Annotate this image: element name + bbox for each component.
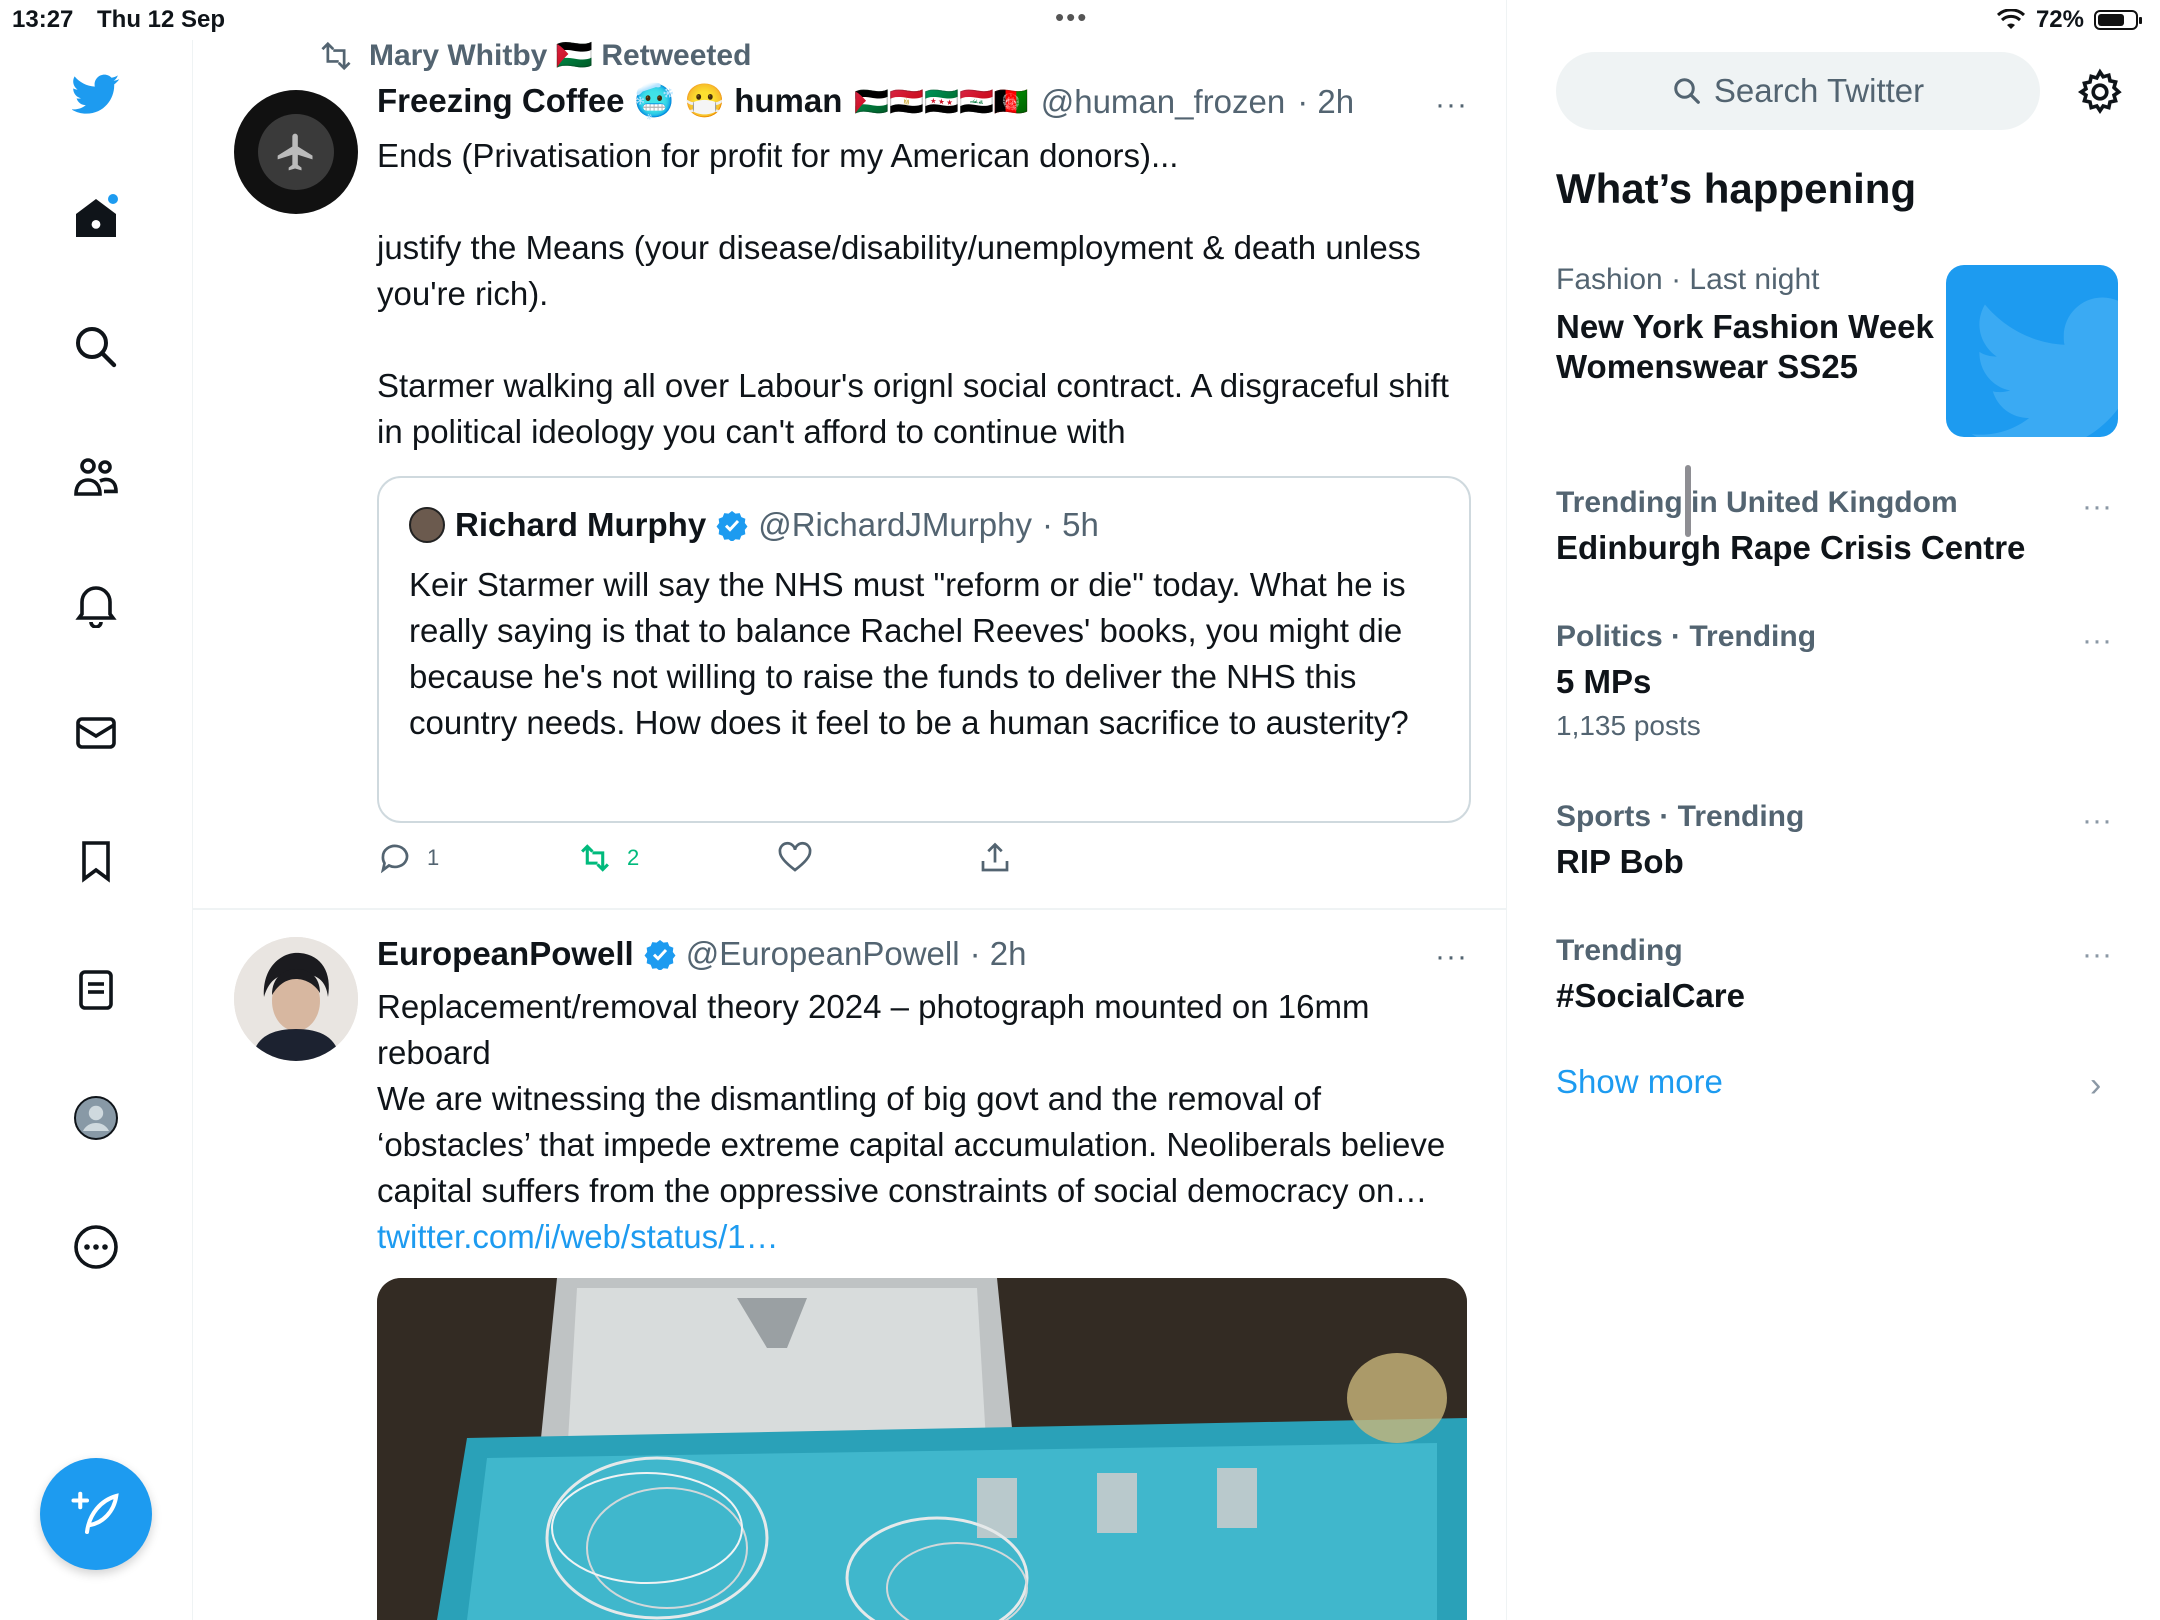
quoted-author-name: Richard Murphy [455, 506, 707, 543]
retweet-count: 2 [627, 845, 640, 870]
retweet-context: Mary Whitby 🇵🇸 Retweeted [317, 38, 751, 73]
flag-emojis: 🇵🇸🇪🇬🇸🇾🇮🇶🇦🇫 [854, 86, 1029, 117]
author-name[interactable]: EuropeanPowell [377, 935, 634, 973]
tweet-more-button[interactable]: ··· [1435, 88, 1468, 122]
trend-more-button[interactable]: ··· [2082, 490, 2112, 524]
quoted-tweet-text: Keir Starmer will say the NHS must "refo… [409, 566, 1415, 741]
trend-meta: Politics · Trending [1556, 620, 1817, 653]
status-time: 13:27 [12, 6, 74, 33]
tweet-header: EuropeanPowell @EuropeanPowell · 2h [377, 935, 1026, 973]
share-button[interactable] [977, 840, 1177, 876]
quoted-tweet-time: · 5h [1041, 506, 1099, 543]
trend-more-button[interactable]: ··· [2082, 624, 2112, 658]
trend-meta: Trending [1556, 934, 1683, 967]
home-notification-dot [108, 194, 118, 204]
quoted-tweet-header: Richard Murphy @RichardJMurphy · 5h [409, 506, 1099, 544]
twitter-logo-icon[interactable] [70, 68, 122, 120]
compose-icon [71, 1491, 119, 1535]
retweet-icon [581, 844, 609, 872]
trend-thumbnail [1946, 265, 2118, 437]
tweet-text: Replacement/removal theory 2024 – photog… [377, 984, 1482, 1260]
wifi-icon [1996, 9, 2025, 29]
tweet-header: Freezing Coffee 🥶 😷 human 🇵🇸🇪🇬🇸🇾🇮🇶🇦🇫 @hu… [377, 82, 1354, 121]
retweeted-by-label[interactable]: Mary Whitby 🇵🇸 Retweeted [369, 38, 751, 73]
trend-more-button[interactable]: ··· [2082, 938, 2112, 972]
more-icon[interactable] [70, 1221, 122, 1273]
airplane-icon [258, 114, 334, 190]
author-handle[interactable]: @human_frozen [1041, 83, 1285, 121]
author-handle[interactable]: @EuropeanPowell [686, 935, 960, 973]
reply-icon [380, 844, 409, 874]
trend-item[interactable]: Politics · Trending 5 MPs 1,135 posts [1556, 620, 2076, 742]
compose-button[interactable] [40, 1458, 152, 1570]
heart-icon [778, 841, 812, 872]
tweet-divider [193, 908, 1506, 910]
lists-icon[interactable] [70, 964, 122, 1016]
avatar[interactable] [234, 937, 358, 1061]
quoted-tweet[interactable]: Richard Murphy @RichardJMurphy · 5h Keir… [377, 476, 1471, 823]
trend-title: Edinburgh Rape Crisis Centre [1556, 529, 2026, 566]
search-icon[interactable] [70, 321, 122, 373]
avatar[interactable] [234, 90, 358, 214]
reply-button[interactable]: 1 [377, 840, 577, 876]
trend-item[interactable]: Trending #SocialCare [1556, 934, 2076, 1016]
battery-percent: 72% [2035, 6, 2084, 33]
chevron-right-icon[interactable]: › [2090, 1066, 2101, 1105]
like-button[interactable] [777, 840, 977, 876]
home-icon[interactable] [70, 192, 122, 244]
verified-badge-icon [644, 940, 676, 970]
search-placeholder: Search Twitter [1713, 72, 1925, 109]
section-title: What’s happening [1556, 165, 1917, 212]
verified-badge-icon [716, 511, 748, 541]
quoted-author-handle: @RichardJMurphy [758, 506, 1032, 543]
battery-icon [2094, 10, 2142, 30]
reply-count: 1 [427, 845, 440, 870]
trend-title: New York Fashion Week Womenswear SS25 [1556, 308, 1934, 385]
quoted-avatar [409, 507, 445, 543]
tweet-text: Ends (Privatisation for profit for my Am… [377, 137, 1449, 450]
tweet-actions: 1 2 [377, 840, 1237, 876]
twitter-bird-icon [1971, 297, 2118, 437]
status-indicators: 72% [1996, 6, 2142, 34]
retweet-context-icon [321, 41, 351, 70]
share-icon [981, 842, 1009, 872]
profile-icon[interactable] [70, 1092, 122, 1144]
trend-title: 5 MPs [1556, 663, 1652, 700]
photograph-image [377, 1278, 1467, 1620]
retweet-button[interactable]: 2 [577, 840, 777, 876]
search-input[interactable]: Search Twitter [1556, 52, 2040, 130]
trend-item[interactable]: Trending in United Kingdom Edinburgh Rap… [1556, 486, 2076, 568]
nav-rail [0, 40, 193, 1620]
tweet-body: Replacement/removal theory 2024 – photog… [377, 988, 1446, 1209]
person-portrait-icon [234, 937, 358, 1061]
trend-posts: 1,135 posts [1556, 710, 1701, 741]
communities-icon[interactable] [70, 450, 122, 502]
tweet-more-button[interactable]: ··· [1435, 940, 1468, 974]
trend-meta: Sports · Trending [1556, 800, 1805, 833]
author-name[interactable]: Freezing Coffee 🥶 😷 human [377, 82, 842, 121]
trend-meta: Trending in United Kingdom [1556, 486, 1958, 519]
tweet-time[interactable]: · 2h [1297, 83, 1354, 121]
timeline: Mary Whitby 🇵🇸 Retweeted Freezing Coffee… [193, 0, 1691, 1620]
trend-title: RIP Bob [1556, 843, 1684, 880]
notifications-icon[interactable] [70, 578, 122, 630]
tweet-time[interactable]: · 2h [970, 935, 1027, 973]
trend-title: #SocialCare [1556, 977, 1745, 1014]
bookmarks-icon[interactable] [70, 835, 122, 887]
trend-item[interactable]: Sports · Trending RIP Bob [1556, 800, 2076, 882]
settings-gear-icon[interactable] [2076, 68, 2124, 116]
trend-item[interactable]: Fashion · Last night New York Fashion We… [1556, 263, 1936, 387]
show-more-link[interactable]: Show more [1556, 1063, 1723, 1101]
messages-icon[interactable] [70, 707, 122, 759]
trend-more-button[interactable]: ··· [2082, 804, 2112, 838]
trend-meta: Fashion · Last night [1556, 263, 1820, 296]
tweet-link[interactable]: twitter.com/i/web/status/1… [377, 1218, 779, 1255]
tweet-media-image[interactable] [377, 1278, 1467, 1620]
search-icon [1674, 78, 1700, 104]
